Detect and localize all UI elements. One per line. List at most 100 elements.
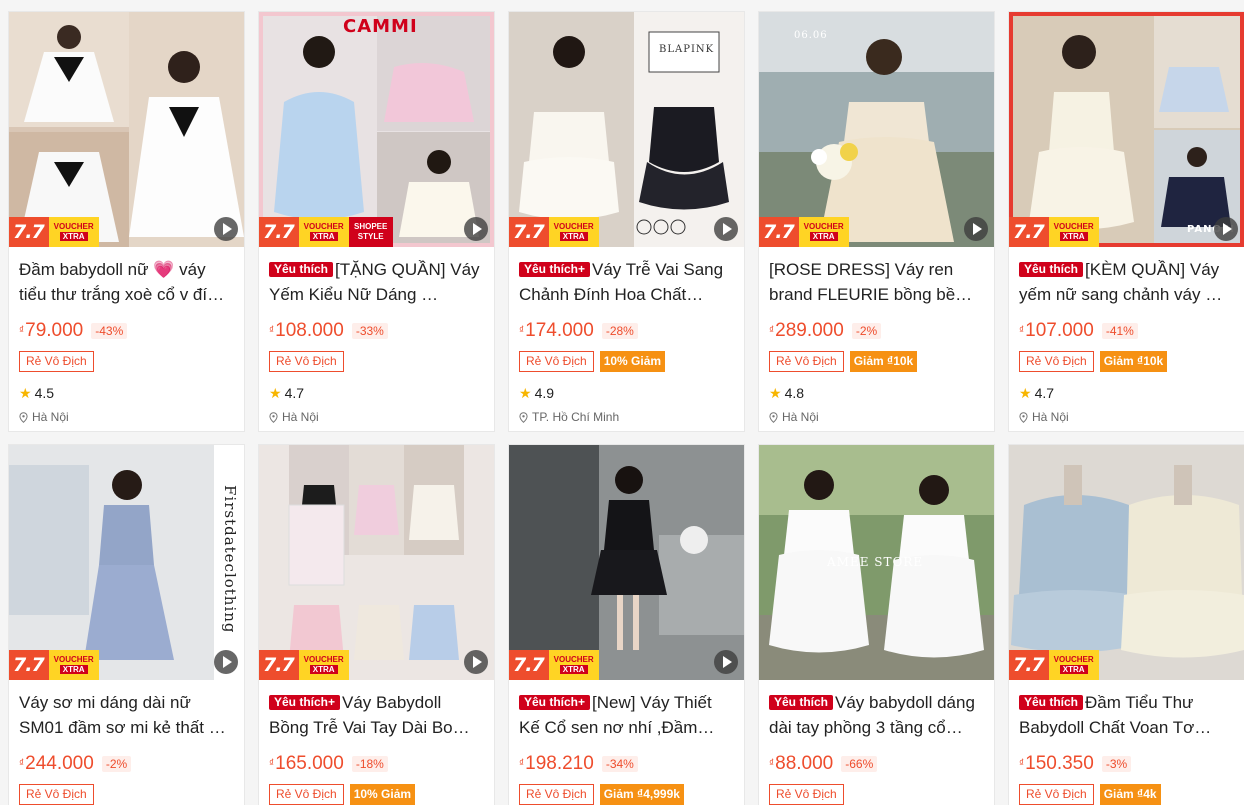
location: Hà Nội (1019, 410, 1234, 424)
tag-row: Rẻ Vô Địch Giảm ₫10k (769, 351, 984, 372)
xtra-label: XTRA (559, 232, 588, 241)
price-row: ₫ 289.000 -2% (769, 320, 984, 342)
sale-badge: 7.7 VOUCHER XTRA (9, 650, 99, 680)
product-title[interactable]: [ROSE DRESS] Váy ren brand FLEURIE bồng … (769, 257, 984, 307)
favorite-badge: Yêu thích+ (519, 262, 591, 277)
tag-row: Rẻ Vô Địch (19, 351, 234, 372)
play-video-icon[interactable] (1214, 217, 1238, 241)
product-photo (259, 445, 494, 680)
play-video-icon[interactable] (964, 217, 988, 241)
location: Hà Nội (19, 410, 234, 424)
product-card[interactable]: Firstdateclothing 7.7 VOUCHER XTRA Váy sơ… (8, 444, 245, 805)
product-grid: 7.7 VOUCHER XTRA Đầm babydoll nữ 💗 váy ti… (0, 0, 1244, 805)
discount-badge: -2% (851, 323, 882, 339)
play-video-icon[interactable] (214, 217, 238, 241)
voucher-xtra-badge: VOUCHER XTRA (1048, 650, 1099, 680)
tag-row: Rẻ Vô Địch Giảm ₫10k (1019, 351, 1234, 372)
favorite-badge: Yêu thích (269, 262, 334, 277)
price-row: ₫ 198.210 -34% (519, 753, 734, 775)
product-card[interactable]: 7.7 VOUCHER XTRA Yêu thích+ [New] Váy Thiế… (508, 444, 745, 805)
product-card[interactable]: CAMMI 7.7 VOUCHER XTRA SHOPEE STYLE Yêu t… (258, 11, 495, 432)
date-watermark: 06.06 (794, 30, 828, 41)
sale-badge: 7.7 VOUCHER XTRA (1009, 217, 1099, 247)
product-image[interactable]: 06.06 7.7 VOUCHER XTRA (759, 12, 994, 247)
product-image[interactable]: 7.7 VOUCHER XTRA (1009, 445, 1244, 680)
product-title[interactable]: Đầm babydoll nữ 💗 váy tiểu thư trắng xoè… (19, 257, 234, 307)
product-card[interactable]: PANOSI 7.7 VOUCHER XTRA Yêu thích [KÈM QUẦ… (1008, 11, 1244, 432)
product-image[interactable]: Firstdateclothing 7.7 VOUCHER XTRA (9, 445, 244, 680)
tag-row: Rẻ Vô Địch 10% Giảm (519, 351, 734, 372)
product-title[interactable]: Yêu thích Đầm Tiểu Thư Babydoll Chất Voan… (1019, 690, 1234, 740)
price-row: ₫ 88.000 -66% (769, 753, 984, 775)
rating: ★ 4.7 (269, 384, 484, 402)
play-video-icon[interactable] (714, 217, 738, 241)
product-title[interactable]: Yêu thích Váy babydoll dáng dài tay phồng… (769, 690, 984, 740)
play-video-icon[interactable] (464, 650, 488, 674)
cheapest-tag: Rẻ Vô Địch (769, 351, 844, 372)
product-image[interactable]: AMEE STORE (759, 445, 994, 680)
rating: ★ 4.5 (19, 384, 234, 402)
sale-label: 7.7 (509, 650, 549, 680)
voucher-xtra-badge: VOUCHER XTRA (298, 650, 349, 680)
xtra-label: XTRA (1059, 232, 1088, 241)
star-icon: ★ (269, 384, 282, 401)
product-image[interactable]: 7.7 VOUCHER XTRA (9, 12, 244, 247)
product-card[interactable]: 06.06 7.7 VOUCHER XTRA [ROSE DRESS] Váy r… (758, 11, 995, 432)
product-title-text: [ROSE DRESS] Váy ren brand FLEURIE bồng … (769, 260, 973, 304)
product-photo (9, 12, 244, 247)
cheapest-tag: Rẻ Vô Địch (769, 784, 844, 805)
sale-label: 7.7 (759, 217, 799, 247)
play-video-icon[interactable] (714, 650, 738, 674)
location-text: Hà Nội (282, 410, 319, 424)
tag-row: Rẻ Vô Địch (269, 351, 484, 372)
voucher-label: VOUCHER (53, 222, 94, 231)
currency-symbol: ₫ (269, 758, 275, 769)
rating-value: 4.9 (534, 385, 555, 401)
xtra-label: XTRA (559, 665, 588, 674)
product-title[interactable]: Yêu thích+ [New] Váy Thiết Kế Cổ sen nơ n… (519, 690, 734, 740)
sale-badge: 7.7 VOUCHER XTRA (9, 217, 99, 247)
currency-symbol: ₫ (769, 325, 775, 336)
product-photo (509, 445, 744, 680)
product-title[interactable]: Yêu thích [TẶNG QUẦN] Váy Yếm Kiểu Nữ Dán… (269, 257, 484, 307)
product-image[interactable]: PANOSI 7.7 VOUCHER XTRA (1009, 12, 1244, 247)
product-image[interactable]: CAMMI 7.7 VOUCHER XTRA SHOPEE STYLE (259, 12, 494, 247)
product-image[interactable]: 7.7 VOUCHER XTRA (259, 445, 494, 680)
discount-badge: -66% (841, 756, 878, 772)
play-video-icon[interactable] (464, 217, 488, 241)
price-row: ₫ 150.350 -3% (1019, 753, 1234, 775)
xtra-label: XTRA (1059, 665, 1088, 674)
sale-badge: 7.7 VOUCHER XTRA (509, 650, 599, 680)
favorite-badge: Yêu thích+ (519, 695, 591, 710)
product-card[interactable]: 7.7 VOUCHER XTRA Yêu thích Đầm Tiểu Thư Ba… (1008, 444, 1244, 805)
promo-tag: Giảm ₫10k (849, 351, 918, 372)
product-price: 108.000 (275, 320, 344, 341)
product-title[interactable]: Yêu thích+ Váy Babydoll Bồng Trễ Vai Tay … (269, 690, 484, 740)
product-title[interactable]: Yêu thích [KÈM QUẦN] Váy yếm nữ sang chản… (1019, 257, 1234, 307)
product-photo (759, 12, 994, 247)
cheapest-tag: Rẻ Vô Địch (269, 351, 344, 372)
rating-value: 4.5 (34, 385, 55, 401)
location: TP. Hồ Chí Minh (519, 410, 734, 424)
product-title[interactable]: Váy sơ mi dáng dài nữ SM01 đầm sơ mi kẻ … (19, 690, 234, 740)
price-row: ₫ 79.000 -43% (19, 320, 234, 342)
product-photo (1009, 12, 1244, 247)
product-image[interactable]: BLAPINK 7.7 VOUCHER XTRA (509, 12, 744, 247)
discount-badge: -34% (601, 756, 638, 772)
product-image[interactable]: 7.7 VOUCHER XTRA (509, 445, 744, 680)
product-card[interactable]: AMEE STORE Yêu thích Váy babydoll dáng dà… (758, 444, 995, 805)
tag-row: Rẻ Vô Địch Giảm ₫4,999k (519, 784, 734, 805)
product-photo (1009, 445, 1244, 680)
product-card[interactable]: 7.7 VOUCHER XTRA Đầm babydoll nữ 💗 váy ti… (8, 11, 245, 432)
play-video-icon[interactable] (214, 650, 238, 674)
xtra-label: XTRA (59, 665, 88, 674)
product-card[interactable]: 7.7 VOUCHER XTRA Yêu thích+ Váy Babydoll B… (258, 444, 495, 805)
sale-badge: 7.7 VOUCHER XTRA (759, 217, 849, 247)
brand-watermark: CAMMI (343, 16, 418, 37)
promo-tag: Giảm ₫10k (1099, 351, 1168, 372)
product-title[interactable]: Yêu thích+ Váy Trễ Vai Sang Chảnh Đính Ho… (519, 257, 734, 307)
product-card[interactable]: BLAPINK 7.7 VOUCHER XTRA Yêu thích+ Váy Tr… (508, 11, 745, 432)
discount-badge: -43% (91, 323, 128, 339)
product-photo (9, 445, 244, 680)
voucher-label: VOUCHER (553, 655, 594, 664)
